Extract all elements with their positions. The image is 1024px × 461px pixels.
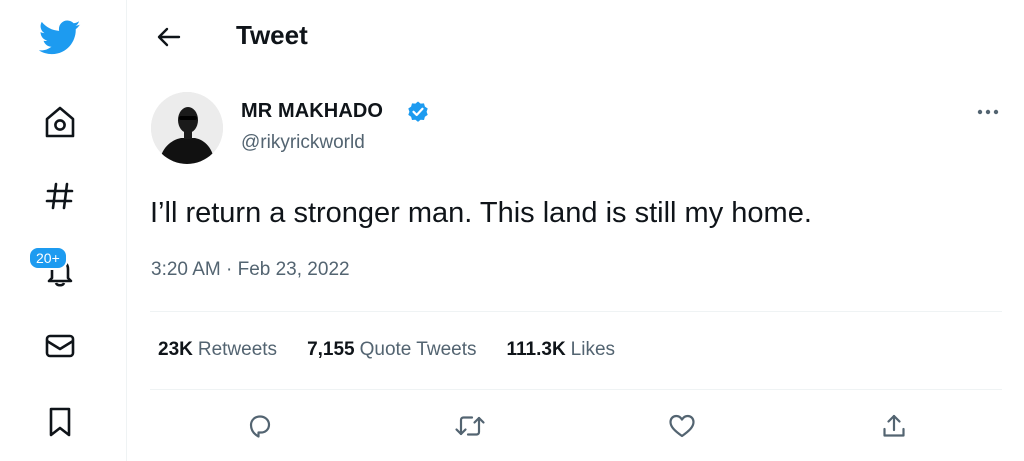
tweet-detail: Tweet MR MAKHADO @rikyrickworld I’ll ret… — [128, 0, 1024, 461]
twitter-logo-icon[interactable] — [36, 14, 84, 62]
quote-tweets-label: Quote Tweets — [359, 339, 477, 360]
retweets-label: Retweets — [197, 339, 278, 360]
engagement-stats: 23K Retweets 7,155 Quote Tweets 111.3K L… — [158, 339, 615, 361]
author-name[interactable]: MR MAKHADO — [241, 100, 383, 123]
page-header: Tweet — [128, 0, 1024, 74]
tweet-text: I’ll return a stronger man. This land is… — [150, 197, 812, 229]
more-options-button[interactable] — [970, 100, 1006, 124]
author-handle[interactable]: @rikyrickworld — [241, 132, 365, 154]
stat-retweets[interactable]: 23K Retweets — [158, 339, 277, 361]
bookmark-icon[interactable] — [36, 398, 84, 446]
sidebar: 20+ — [0, 0, 127, 461]
retweet-icon — [455, 416, 485, 436]
likes-label: Likes — [570, 339, 616, 360]
stat-quote-tweets[interactable]: 7,155 Quote Tweets — [307, 339, 476, 361]
page-title: Tweet — [236, 20, 308, 50]
reply-button[interactable] — [240, 406, 280, 446]
more-dots-icon — [977, 109, 999, 115]
app-window: 20+ Tweet MR MAKHADO @rikyrickworld I’ll… — [0, 0, 1024, 461]
divider — [150, 389, 1002, 390]
like-heart-icon — [669, 414, 695, 438]
notification-badge: 20+ — [28, 246, 68, 270]
verified-badge-icon — [406, 100, 430, 129]
arrow-left-icon — [157, 27, 181, 47]
back-button[interactable] — [150, 18, 188, 56]
divider — [150, 311, 1002, 312]
like-button[interactable] — [662, 406, 702, 446]
stat-likes[interactable]: 111.3K Likes — [507, 339, 616, 361]
avatar[interactable] — [151, 92, 223, 164]
retweet-button[interactable] — [450, 406, 490, 446]
envelope-messages-icon[interactable] — [36, 322, 84, 370]
share-button[interactable] — [874, 406, 914, 446]
retweets-count: 23K — [158, 339, 193, 360]
tweet-timestamp[interactable]: 3:20 AM · Feb 23, 2022 — [151, 259, 350, 281]
home-icon[interactable] — [36, 98, 84, 146]
hashtag-explore-icon[interactable] — [36, 172, 84, 220]
reply-icon — [249, 415, 271, 438]
quote-tweets-count: 7,155 — [307, 339, 355, 360]
share-icon — [883, 414, 905, 437]
likes-count: 111.3K — [506, 339, 566, 360]
